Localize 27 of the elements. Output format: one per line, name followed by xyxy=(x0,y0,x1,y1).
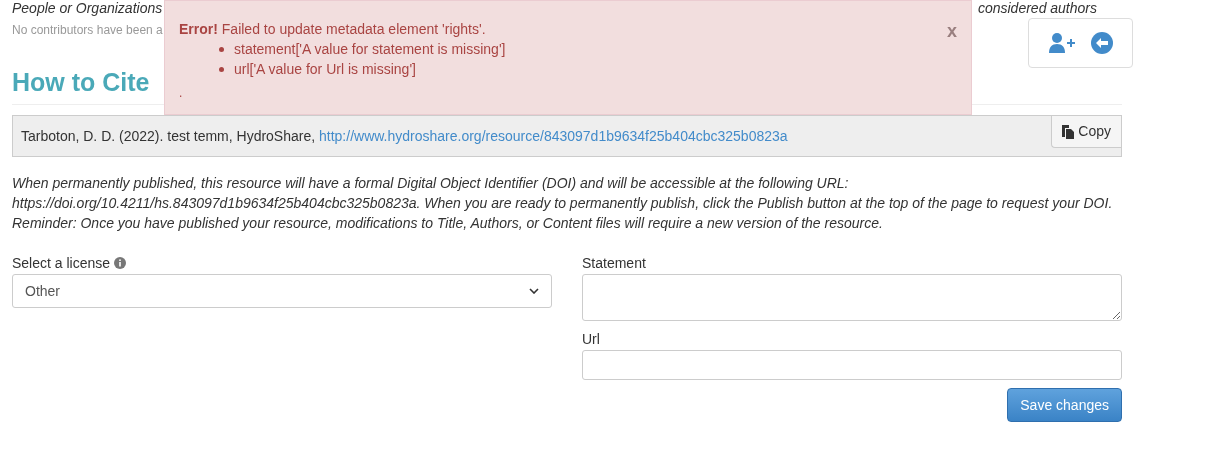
copy-button[interactable]: Copy xyxy=(1051,116,1121,148)
statement-field[interactable] xyxy=(582,274,1122,321)
license-select[interactable]: Other xyxy=(12,274,552,308)
bullet-icon xyxy=(219,46,224,52)
contributors-description: considered authors xyxy=(977,0,1097,16)
empty-note: No contributors have been a xyxy=(12,23,163,37)
field-label: Select a license xyxy=(12,253,111,273)
save-button[interactable]: Save changes xyxy=(1007,388,1122,422)
doi-note: When permanently published, this resource will have a formal Digital Object Identifier (DOI) and will be accessible at the following URL: https://doi.org/10.4211/hs.843097d1b9634f25b404cbc325b0823a. When you are ready to permanently publish, click the Publish button at the top of the page to request your DOI. Reminder: Once you have published your resource, modifications to Title, Authors, or Content files will require a new version of the resource. xyxy=(12,174,1114,233)
back-icon[interactable] xyxy=(1090,32,1113,54)
add-user-icon[interactable] xyxy=(1048,33,1075,53)
bullet-icon xyxy=(219,66,224,72)
alert-message: Error! Failed to update metadata element 'rights'. xyxy=(179,20,486,39)
url-field[interactable] xyxy=(582,350,1122,380)
field-label: Url xyxy=(582,330,601,349)
contributors-description: People or Organizations xyxy=(12,0,163,16)
section-heading: How to Cite xyxy=(12,67,150,98)
citation-text: Tarboton, D. D. (2022). test temm, HydroShare, http://www.hydroshare.org/resource/843097d1b9634f25b404cbc325b0823a xyxy=(21,126,788,146)
caret-icon xyxy=(529,288,539,294)
alert-item: url['A value for Url is missing'] xyxy=(234,60,416,79)
alert-trailer: . xyxy=(179,85,183,101)
alert-item: statement['A value for statement is missing'] xyxy=(234,40,506,59)
copy-icon xyxy=(1062,124,1075,139)
field-label: Statement xyxy=(582,254,647,273)
info-icon xyxy=(114,257,127,269)
close-button[interactable]: x xyxy=(947,21,957,41)
citation-link[interactable]: http://www.hydroshare.org/resource/843097d1b9634f25b404cbc325b0823a xyxy=(319,127,788,144)
